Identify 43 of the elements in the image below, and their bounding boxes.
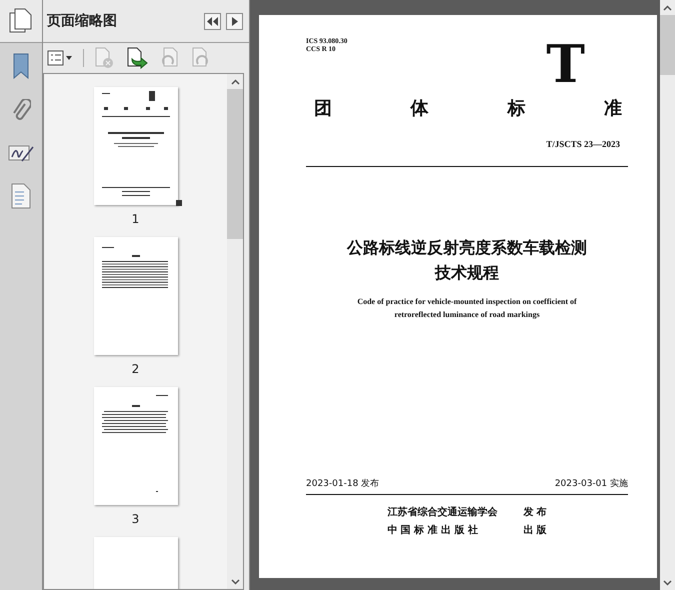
english-title: Code of practice for vehicle-mounted inspection on coefficient of: [356, 296, 578, 308]
document-icon[interactable]: [11, 183, 31, 209]
standard-number: T/JSCTS 23—2023: [546, 138, 620, 151]
page-with-x-icon: [94, 47, 116, 69]
page-with-arrow-icon: [126, 47, 148, 69]
page-thumbnail[interactable]: [94, 387, 178, 505]
implementation-date: 2023-03-01 实施: [554, 478, 628, 490]
publisher-role: 出 版: [523, 524, 547, 538]
page-thumbnail[interactable]: [94, 237, 178, 355]
heading-character: 体: [410, 97, 429, 121]
publisher-role: 发 布: [523, 506, 547, 520]
options-button[interactable]: [47, 50, 73, 66]
paperclip-icon[interactable]: [11, 99, 31, 123]
arrow-right-icon: [232, 16, 238, 26]
play-button[interactable]: [226, 12, 243, 30]
page-number: 3: [132, 511, 140, 528]
page-number: 1: [132, 211, 140, 228]
panel-title: 页面缩略图: [47, 12, 118, 30]
page-thumbnail[interactable]: [94, 87, 178, 205]
chevron-up-icon: [663, 4, 672, 10]
document-title: 技术规程: [434, 262, 500, 284]
rewind-button[interactable]: [204, 12, 221, 30]
options-icon: [47, 50, 73, 66]
bookmark-icon[interactable]: [12, 53, 30, 79]
english-title: retroreflected luminance of road markings: [393, 308, 541, 320]
page-number: 2: [132, 361, 140, 378]
publisher-name: 中 国 标 准 出 版 社: [387, 524, 480, 538]
heading-character: 标: [507, 97, 526, 121]
double-arrow-left-icon: [207, 16, 218, 26]
page-with-arrow-button[interactable]: [126, 47, 148, 69]
heading-character: 准: [604, 97, 622, 121]
publisher-name: 江苏省综合交通运输学会: [387, 505, 498, 520]
heading-character: 团: [314, 97, 332, 121]
issue-date: 2023-01-18 发布: [306, 478, 380, 490]
scrollbar-thumb[interactable]: [660, 15, 675, 75]
pages-icon[interactable]: [9, 8, 33, 34]
chevron-up-icon: [230, 78, 240, 84]
chevron-down-icon: [230, 578, 240, 584]
standard-logo: T: [546, 45, 585, 85]
chevron-down-icon: [663, 580, 672, 586]
scrollbar-thumb[interactable]: [227, 89, 243, 239]
document-title: 公路标线逆反射亮度系数车载检测: [346, 236, 588, 258]
signature-icon[interactable]: [8, 143, 34, 163]
